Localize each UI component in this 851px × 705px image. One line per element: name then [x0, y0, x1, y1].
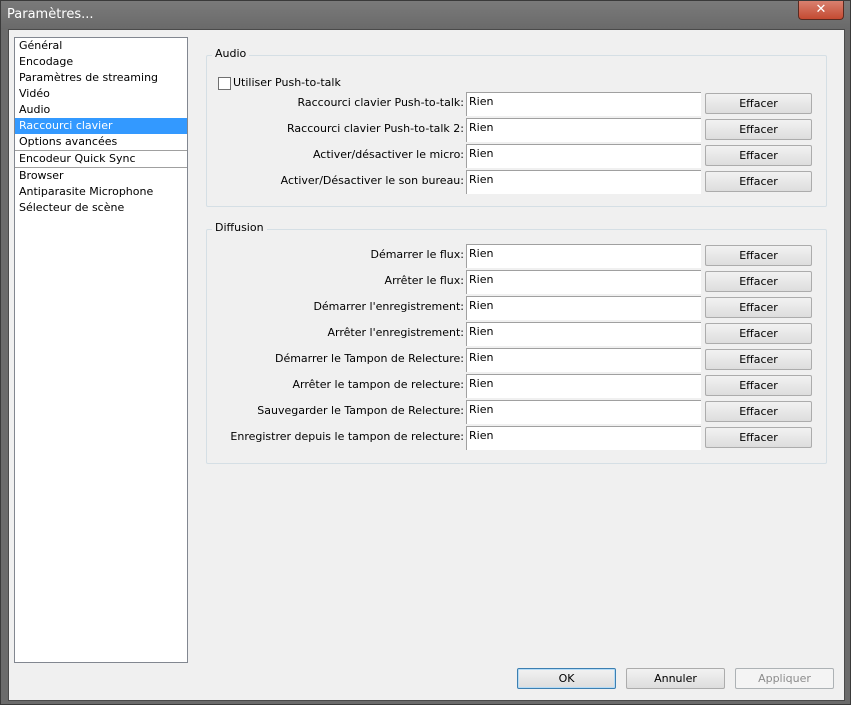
hotkey-row: Sauvegarder le Tampon de Relecture: Rien… — [207, 400, 826, 424]
hotkey-field[interactable]: Rien — [466, 426, 701, 450]
hotkey-row: Démarrer le Tampon de Relecture: Rien Ef… — [207, 348, 826, 372]
hotkey-row: Activer/désactiver le micro: Rien Efface… — [207, 144, 826, 168]
clear-button[interactable]: Effacer — [705, 401, 812, 422]
hotkey-row: Raccourci clavier Push-to-talk 2: Rien E… — [207, 118, 826, 142]
hotkey-row: Démarrer l'enregistrement: Rien Effacer — [207, 296, 826, 320]
clear-button[interactable]: Effacer — [705, 171, 812, 192]
hotkey-label: Démarrer le Tampon de Relecture: — [274, 352, 464, 365]
hotkey-label: Raccourci clavier Push-to-talk 2: — [287, 122, 464, 135]
sidebar-item-hotkeys[interactable]: Raccourci clavier — [15, 118, 187, 134]
clear-button[interactable]: Effacer — [705, 427, 812, 448]
hotkey-field[interactable]: Rien — [466, 144, 701, 168]
broadcast-group: Diffusion Démarrer le flux: Rien Effacer… — [206, 221, 827, 464]
ok-button[interactable]: OK — [517, 668, 616, 689]
hotkey-field[interactable]: Rien — [466, 92, 701, 116]
clear-button[interactable]: Effacer — [705, 323, 812, 344]
hotkey-field[interactable]: Rien — [466, 118, 701, 142]
sidebar-item-browser[interactable]: Browser — [15, 167, 187, 184]
broadcast-group-title: Diffusion — [212, 221, 267, 234]
hotkey-label: Sauvegarder le Tampon de Relecture: — [257, 404, 464, 417]
apply-button[interactable]: Appliquer — [735, 668, 834, 689]
sidebar-item-general[interactable]: Général — [15, 38, 187, 54]
hotkey-row: Raccourci clavier Push-to-talk: Rien Eff… — [207, 92, 826, 116]
hotkey-label: Raccourci clavier Push-to-talk: — [297, 96, 464, 109]
hotkey-row: Activer/Désactiver le son bureau: Rien E… — [207, 170, 826, 194]
audio-group: Audio Utiliser Push-to-talk Raccourci cl… — [206, 47, 827, 207]
audio-group-title: Audio — [212, 47, 250, 60]
hotkey-label: Arrêter l'enregistrement: — [327, 326, 464, 339]
hotkey-row: Arrêter le flux: Rien Effacer — [207, 270, 826, 294]
sidebar-item-encoding[interactable]: Encodage — [15, 54, 187, 70]
hotkey-row: Enregistrer depuis le tampon de relectur… — [207, 426, 826, 450]
close-icon: ✕ — [815, 2, 827, 17]
client-area: Général Encodage Paramètres de streaming… — [8, 29, 845, 701]
hotkey-label: Démarrer l'enregistrement: — [313, 300, 464, 313]
sidebar-item-scene-switcher[interactable]: Sélecteur de scène — [15, 200, 187, 216]
hotkey-label: Enregistrer depuis le tampon de relectur… — [230, 430, 464, 443]
clear-button[interactable]: Effacer — [705, 297, 812, 318]
hotkey-label: Arrêter le flux: — [384, 274, 464, 287]
close-button[interactable]: ✕ — [798, 1, 844, 20]
hotkey-label: Arrêter le tampon de relecture: — [292, 378, 464, 391]
window-title: Paramètres... — [7, 7, 94, 22]
hotkey-label: Démarrer le flux: — [370, 248, 464, 261]
hotkey-row: Démarrer le flux: Rien Effacer — [207, 244, 826, 268]
hotkey-field[interactable]: Rien — [466, 296, 701, 320]
hotkey-label: Activer/Désactiver le son bureau: — [280, 174, 464, 187]
hotkey-field[interactable]: Rien — [466, 400, 701, 424]
sidebar-item-streaming[interactable]: Paramètres de streaming — [15, 70, 187, 86]
clear-button[interactable]: Effacer — [705, 271, 812, 292]
clear-button[interactable]: Effacer — [705, 245, 812, 266]
clear-button[interactable]: Effacer — [705, 119, 812, 140]
sidebar-item-video[interactable]: Vidéo — [15, 86, 187, 102]
push-to-talk-label: Utiliser Push-to-talk — [233, 76, 341, 89]
clear-button[interactable]: Effacer — [705, 145, 812, 166]
sidebar-item-audio[interactable]: Audio — [15, 102, 187, 118]
hotkey-field[interactable]: Rien — [466, 244, 701, 268]
hotkey-field[interactable]: Rien — [466, 322, 701, 346]
push-to-talk-checkbox[interactable] — [218, 77, 231, 90]
hotkey-row: Arrêter l'enregistrement: Rien Effacer — [207, 322, 826, 346]
hotkey-label: Activer/désactiver le micro: — [312, 148, 464, 161]
settings-category-list: Général Encodage Paramètres de streaming… — [14, 37, 188, 663]
title-bar[interactable]: Paramètres... ✕ — [1, 1, 850, 29]
hotkey-field[interactable]: Rien — [466, 374, 701, 398]
cancel-button[interactable]: Annuler — [626, 668, 725, 689]
hotkey-field[interactable]: Rien — [466, 170, 701, 194]
clear-button[interactable]: Effacer — [705, 349, 812, 370]
sidebar-item-advanced[interactable]: Options avancées — [15, 134, 187, 150]
hotkey-row: Arrêter le tampon de relecture: Rien Eff… — [207, 374, 826, 398]
settings-window: Paramètres... ✕ Général Encodage Paramèt… — [0, 0, 851, 705]
hotkey-field[interactable]: Rien — [466, 348, 701, 372]
sidebar-item-quick-sync[interactable]: Encodeur Quick Sync — [15, 150, 187, 167]
clear-button[interactable]: Effacer — [705, 93, 812, 114]
hotkey-field[interactable]: Rien — [466, 270, 701, 294]
clear-button[interactable]: Effacer — [705, 375, 812, 396]
sidebar-item-noise-gate[interactable]: Antiparasite Microphone — [15, 184, 187, 200]
